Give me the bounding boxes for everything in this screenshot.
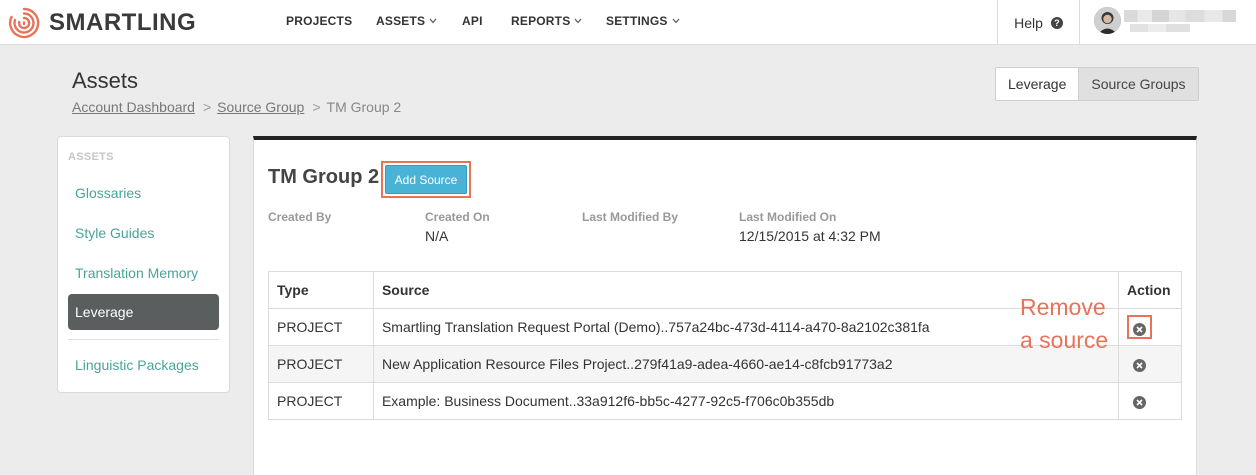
nav-settings-label: SETTINGS — [606, 14, 668, 28]
toggle-leverage[interactable]: Leverage — [996, 68, 1079, 100]
tm-group-title: TM Group 2 — [268, 166, 380, 188]
question-icon: ? — [1050, 16, 1063, 29]
sidebar-item-label: Glossaries — [75, 185, 142, 201]
remove-highlight — [1126, 315, 1152, 339]
column-header-type[interactable]: Type — [268, 271, 374, 309]
breadcrumb-account-dashboard[interactable]: Account Dashboard — [72, 99, 195, 115]
nav-reports-label: REPORTS — [511, 14, 571, 28]
breadcrumb: Account Dashboard > Source Group > TM Gr… — [72, 99, 401, 115]
cell-action — [1117, 382, 1183, 420]
nav-assets[interactable]: ASSETS — [376, 14, 437, 28]
cell-action — [1117, 345, 1183, 383]
chevron-down-icon — [574, 18, 582, 24]
smartling-logo[interactable]: SMARTLING — [6, 5, 196, 41]
annotation-line-1: Remove — [1020, 294, 1106, 320]
sidebar-item-style-guides[interactable]: Style Guides — [68, 215, 219, 251]
nav-api[interactable]: API — [462, 14, 483, 28]
column-header-source[interactable]: Source — [372, 271, 1119, 309]
user-email-blurred — [1130, 24, 1190, 32]
user-photo-icon — [1094, 7, 1121, 34]
remove-circle-icon[interactable] — [1132, 396, 1146, 409]
add-source-highlight: Add Source — [381, 161, 471, 198]
meta-created-on-value: N/A — [425, 228, 449, 244]
add-source-button[interactable]: Add Source — [385, 165, 467, 194]
sidebar-heading: ASSETS — [68, 151, 114, 163]
page-title: Assets — [72, 68, 139, 93]
sidebar-item-glossaries[interactable]: Glossaries — [68, 175, 219, 211]
meta-last-modified-by-label: Last Modified By — [582, 210, 679, 224]
cell-source: Smartling Translation Request Portal (De… — [372, 308, 1119, 346]
sidebar-item-label: Leverage — [75, 304, 134, 320]
fingerprint-logo-icon — [8, 7, 40, 39]
cell-type: PROJECT — [268, 308, 374, 346]
remove-circle-icon[interactable] — [1132, 323, 1146, 336]
nav-projects-label: PROJECTS — [286, 14, 353, 28]
sidebar-item-label: Translation Memory — [75, 265, 199, 281]
meta-last-modified-on-label: Last Modified On — [739, 210, 837, 224]
chevron-down-icon — [672, 18, 680, 24]
brand-name: SMARTLING — [49, 9, 197, 36]
sidebar: ASSETS Glossaries Style Guides Translati… — [57, 136, 230, 393]
top-navigation: SMARTLING PROJECTS ASSETS API REPORTS SE… — [0, 0, 1256, 45]
cell-type: PROJECT — [268, 345, 374, 383]
nav-reports[interactable]: REPORTS — [511, 14, 582, 28]
toggle-source-groups[interactable]: Source Groups — [1078, 68, 1198, 100]
nav-projects[interactable]: PROJECTS — [286, 14, 352, 28]
cell-source: New Application Resource Files Project..… — [372, 345, 1119, 383]
nav-assets-label: ASSETS — [376, 14, 426, 28]
help-label: Help — [1014, 14, 1043, 31]
sidebar-divider — [68, 339, 219, 340]
cell-type: PROJECT — [268, 382, 374, 420]
meta-last-modified-on-value: 12/15/2015 at 4:32 PM — [739, 228, 881, 244]
chevron-down-icon — [429, 18, 437, 24]
annotation-remove-source: Remove a source — [1020, 291, 1108, 357]
table-row: PROJECT Example: Business Document..33a9… — [268, 382, 1183, 420]
cell-source: Example: Business Document..33a912f6-bb5… — [372, 382, 1119, 420]
cell-action — [1117, 308, 1183, 346]
help-button[interactable]: Help ? — [997, 0, 1080, 45]
column-header-action: Action — [1117, 271, 1183, 309]
avatar[interactable] — [1094, 7, 1121, 34]
meta-created-by-label: Created By — [268, 210, 332, 224]
breadcrumb-separator: > — [202, 99, 212, 115]
sidebar-item-label: Linguistic Packages — [75, 357, 199, 373]
sidebar-item-linguistic-packages[interactable]: Linguistic Packages — [68, 347, 219, 383]
breadcrumb-separator: > — [312, 99, 321, 115]
breadcrumb-current: TM Group 2 — [326, 99, 402, 115]
meta-created-on-label: Created On — [425, 210, 490, 224]
user-name-blurred[interactable] — [1124, 10, 1236, 22]
remove-circle-icon[interactable] — [1132, 359, 1146, 372]
annotation-line-2: a source — [1020, 327, 1109, 353]
nav-settings[interactable]: SETTINGS — [606, 14, 680, 28]
sidebar-item-label: Style Guides — [75, 225, 155, 241]
sidebar-item-translation-memory[interactable]: Translation Memory — [68, 255, 219, 291]
sidebar-item-leverage[interactable]: Leverage — [68, 294, 219, 330]
breadcrumb-source-group[interactable]: Source Group — [217, 99, 304, 115]
view-toggle: Leverage Source Groups — [995, 67, 1199, 101]
nav-api-label: API — [462, 14, 483, 28]
